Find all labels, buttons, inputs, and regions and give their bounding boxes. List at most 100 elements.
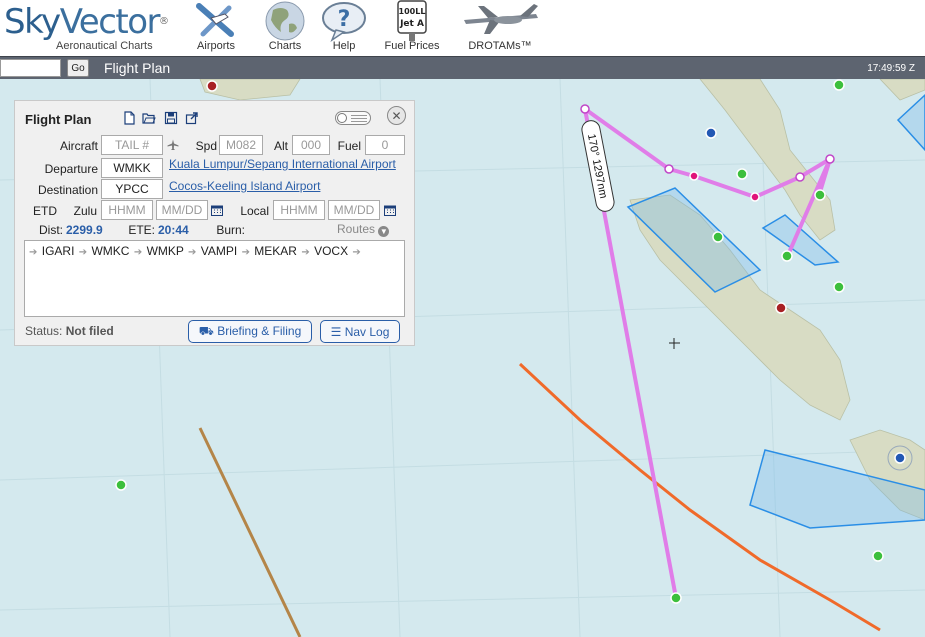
route-waypoint[interactable]: VOCX — [314, 244, 348, 258]
fuel-sign-icon: 100LL Jet A — [397, 0, 427, 41]
nav-log-button[interactable]: ☰ Nav Log — [320, 320, 400, 343]
fuel-label: Fuel — [337, 139, 361, 153]
airport-marker-green[interactable] — [712, 231, 724, 243]
routes-dropdown[interactable]: Routes ▼ — [337, 222, 390, 237]
save-icon[interactable] — [164, 111, 178, 125]
arrow-right-icon: ➔ — [301, 247, 310, 258]
airport-marker-red[interactable] — [206, 80, 218, 92]
nav-airports[interactable]: Airports — [190, 0, 242, 56]
route-waypoint[interactable]: MEKAR — [254, 244, 297, 258]
open-folder-icon[interactable] — [142, 111, 156, 125]
aircraft-tail-input[interactable] — [101, 135, 163, 155]
route-leg-label: 170° 1297nm — [581, 120, 615, 212]
briefing-filing-label: Briefing & Filing — [217, 323, 302, 338]
nav-charts[interactable]: Charts — [259, 0, 311, 56]
route-waypoint[interactable]: WMKC — [91, 244, 129, 258]
skyvector-logo[interactable]: SkyVector® Aeronautical Charts — [4, 2, 184, 54]
new-document-icon[interactable] — [122, 111, 136, 125]
fuel-input[interactable] — [365, 135, 405, 155]
speed-input[interactable] — [219, 135, 263, 155]
route-list: ➔ IGARI ➔ WMKC ➔ WMKP ➔ VAMPI ➔ MEKAR ➔ … — [28, 244, 362, 258]
airport-marker-green[interactable] — [872, 550, 884, 562]
nav-help[interactable]: ? Help — [318, 0, 370, 56]
destination-input[interactable] — [101, 179, 163, 199]
nav-log-label: Nav Log — [344, 324, 390, 339]
nav-drotams[interactable]: DROTAMs™ — [458, 0, 542, 56]
waypoint-marker[interactable] — [689, 171, 699, 181]
briefing-filing-button[interactable]: ⛟ Briefing & Filing — [188, 320, 312, 343]
fuel-sign-line1: 100LL — [399, 7, 426, 16]
flight-plan-panel: Flight Plan ✕ Aircraft Spd Alt Fuel Depa… — [14, 100, 415, 346]
airport-marker-green[interactable] — [670, 592, 682, 604]
airport-marker-green[interactable] — [781, 250, 793, 262]
airport-marker-green[interactable] — [833, 79, 845, 91]
list-icon: ☰ — [330, 324, 342, 339]
help-bubble-icon: ? — [322, 2, 366, 42]
etd-label: ETD — [33, 204, 57, 218]
arrow-right-icon: ➔ — [188, 247, 197, 258]
destination-label: Destination — [37, 183, 98, 197]
nav-airports-label: Airports — [197, 40, 235, 52]
logo-subtitle: Aeronautical Charts — [56, 40, 153, 52]
calendar-icon[interactable] — [384, 204, 396, 216]
zulu-time-input[interactable] — [101, 200, 153, 220]
altitude-input[interactable] — [292, 135, 330, 155]
waypoint-marker[interactable] — [825, 154, 835, 164]
waypoint-marker[interactable] — [750, 192, 760, 202]
globe-icon — [265, 1, 305, 41]
ete-label: ETE: — [128, 223, 155, 237]
calendar-icon[interactable] — [211, 204, 223, 216]
app-header: SkyVector® Aeronautical Charts Airports … — [0, 0, 925, 56]
nav-fuel-prices[interactable]: 100LL Jet A Fuel Prices — [381, 0, 443, 56]
route-waypoint[interactable]: IGARI — [42, 244, 75, 258]
airport-marker-red[interactable] — [775, 302, 787, 314]
zulu-label: Zulu — [73, 204, 97, 218]
route-string-box[interactable]: ➔ IGARI ➔ WMKC ➔ WMKP ➔ VAMPI ➔ MEKAR ➔ … — [24, 240, 405, 317]
zulu-date-input[interactable] — [156, 200, 208, 220]
drone-icon — [464, 4, 538, 34]
airport-marker-blue[interactable] — [705, 127, 717, 139]
departure-airport-link[interactable]: Kuala Lumpur/Sepang International Airpor… — [169, 157, 405, 171]
crosshair-icon — [669, 338, 680, 349]
arrow-right-icon: ➔ — [133, 247, 143, 258]
airport-marker-green[interactable] — [833, 281, 845, 293]
local-time-input[interactable] — [273, 200, 325, 220]
nav-help-label: Help — [332, 40, 356, 52]
status-label: Status: — [25, 324, 63, 338]
airplane-icon[interactable] — [167, 139, 179, 151]
toggle-knob — [337, 113, 347, 123]
zulu-clock: 17:49:59 Z — [867, 63, 915, 74]
filing-status: Status: Not filed — [25, 324, 114, 338]
arrow-right-icon: ➔ — [241, 247, 250, 258]
panel-toggle-switch[interactable] — [335, 111, 371, 125]
inbox-icon: ⛟ — [198, 323, 214, 338]
airport-marker-green[interactable] — [814, 189, 826, 201]
fuel-sign-line2: Jet A — [399, 19, 424, 29]
arrow-right-icon: ➔ — [78, 247, 88, 258]
nav-charts-label: Charts — [268, 40, 302, 52]
flight-plan-title: Flight Plan — [25, 112, 92, 127]
local-date-input[interactable] — [328, 200, 380, 220]
departure-label: Departure — [44, 162, 98, 176]
go-button[interactable]: Go — [67, 59, 89, 77]
airport-marker-green[interactable] — [115, 479, 127, 491]
waypoint-marker[interactable] — [795, 172, 805, 182]
airport-marker-green[interactable] — [736, 168, 748, 180]
route-waypoint[interactable]: WMKP — [147, 244, 184, 258]
waypoint-marker[interactable] — [580, 104, 590, 114]
svg-text:?: ? — [338, 7, 351, 32]
local-label: Local — [240, 204, 269, 218]
route-waypoint[interactable]: VAMPI — [201, 244, 237, 258]
arrow-right-icon: ➔ — [29, 247, 38, 258]
waypoint-marker[interactable] — [664, 164, 674, 174]
search-input[interactable] — [0, 59, 61, 77]
toolbar-title: Flight Plan — [104, 60, 171, 76]
destination-airport-link[interactable]: Cocos-Keeling Island Airport — [169, 179, 405, 193]
distance-value: 2299.9 — [66, 223, 103, 237]
chevron-down-icon: ▼ — [378, 226, 390, 237]
close-panel-button[interactable]: ✕ — [387, 106, 406, 125]
share-icon[interactable] — [185, 111, 199, 125]
routes-label: Routes — [337, 222, 376, 236]
departure-input[interactable] — [101, 158, 163, 178]
status-value: Not filed — [65, 324, 114, 338]
